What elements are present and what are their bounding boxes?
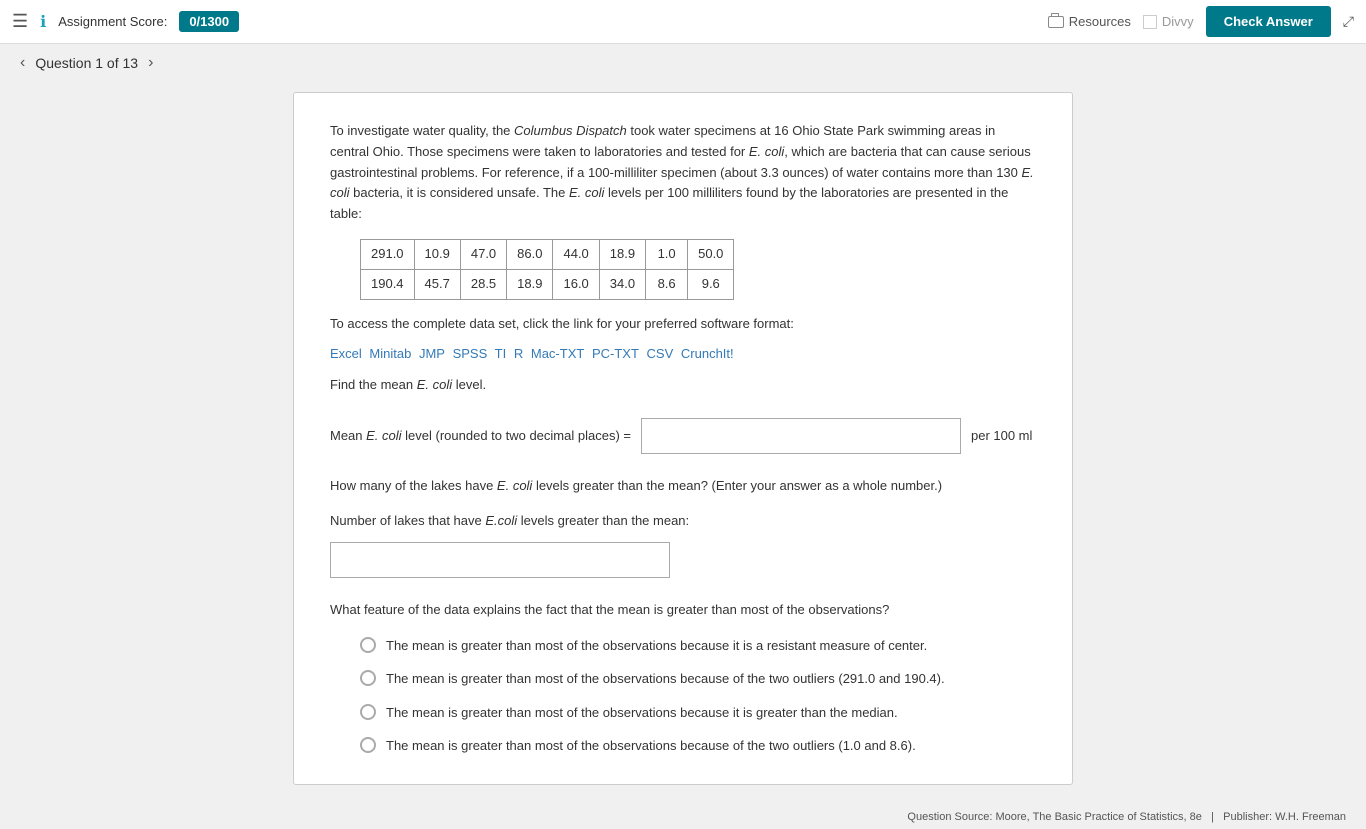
feature-question-text: What feature of the data explains the fa… — [330, 600, 1036, 620]
link-mac-txt[interactable]: Mac-TXT — [531, 346, 584, 361]
table-cell: 1.0 — [646, 239, 688, 269]
question-counter: Question 1 of 13 — [35, 55, 138, 71]
link-csv[interactable]: CSV — [647, 346, 674, 361]
mean-input-row: Mean E. coli level (rounded to two decim… — [330, 418, 1036, 454]
table-cell: 8.6 — [646, 269, 688, 299]
link-pc-txt[interactable]: PC-TXT — [592, 346, 639, 361]
footer: Question Source: Moore, The Basic Practi… — [0, 805, 1366, 829]
info-icon: ℹ — [40, 12, 46, 32]
menu-icon[interactable]: ☰ — [12, 11, 28, 32]
resources-button[interactable]: Resources — [1048, 14, 1131, 29]
table-cell: 34.0 — [599, 269, 645, 299]
radio-option-2[interactable]: The mean is greater than most of the obs… — [360, 669, 1036, 689]
radio-option-1[interactable]: The mean is greater than most of the obs… — [360, 636, 1036, 656]
radio-option-3-text: The mean is greater than most of the obs… — [386, 703, 898, 723]
lakes-question-text: How many of the lakes have E. coli level… — [330, 476, 1036, 496]
header: ☰ ℹ Assignment Score: 0/1300 Resources D… — [0, 0, 1366, 44]
data-access-text: To access the complete data set, click t… — [330, 316, 794, 331]
footer-source: Question Source: Moore, The Basic Practi… — [907, 811, 1202, 823]
table-cell: 44.0 — [553, 239, 599, 269]
radio-button-3[interactable] — [360, 704, 376, 720]
link-crunchit[interactable]: CrunchIt! — [681, 346, 734, 361]
folder-icon — [1048, 16, 1064, 28]
table-cell: 86.0 — [507, 239, 553, 269]
table-cell: 18.9 — [507, 269, 553, 299]
table-cell: 10.9 — [414, 239, 460, 269]
table-cell: 291.0 — [361, 239, 415, 269]
table-cell: 16.0 — [553, 269, 599, 299]
radio-option-4-text: The mean is greater than most of the obs… — [386, 736, 916, 756]
footer-publisher: Publisher: W.H. Freeman — [1223, 811, 1346, 823]
link-ti[interactable]: TI — [495, 346, 507, 361]
table-cell: 47.0 — [460, 239, 506, 269]
check-answer-button[interactable]: Check Answer — [1206, 6, 1331, 37]
prev-question-arrow[interactable]: ‹ — [20, 54, 25, 72]
expand-icon[interactable]: ⤢ — [1343, 13, 1354, 30]
radio-option-1-text: The mean is greater than most of the obs… — [386, 636, 927, 656]
divvy-button[interactable]: Divvy — [1143, 14, 1194, 29]
table-cell: 50.0 — [688, 239, 734, 269]
table-row: 190.4 45.7 28.5 18.9 16.0 34.0 8.6 9.6 — [361, 269, 734, 299]
table-row: 291.0 10.9 47.0 86.0 44.0 18.9 1.0 50.0 — [361, 239, 734, 269]
link-spss[interactable]: SPSS — [453, 346, 488, 361]
mean-input-label: Mean E. coli level (rounded to two decim… — [330, 426, 631, 447]
data-table: 291.0 10.9 47.0 86.0 44.0 18.9 1.0 50.0 … — [360, 239, 734, 300]
score-badge: 0/1300 — [179, 11, 239, 32]
data-links-line: Excel Minitab JMP SPSS TI R Mac-TXT PC-T… — [330, 344, 1036, 365]
divvy-label: Divvy — [1162, 14, 1194, 29]
passage-text: To investigate water quality, the Columb… — [330, 121, 1036, 225]
radio-button-2[interactable] — [360, 670, 376, 686]
radio-option-3[interactable]: The mean is greater than most of the obs… — [360, 703, 1036, 723]
link-minitab[interactable]: Minitab — [369, 346, 411, 361]
mean-unit: per 100 ml — [971, 426, 1032, 447]
next-question-arrow[interactable]: › — [148, 54, 153, 72]
radio-button-1[interactable] — [360, 637, 376, 653]
radio-button-4[interactable] — [360, 737, 376, 753]
nav-bar: ‹ Question 1 of 13 › — [0, 44, 1366, 82]
find-mean-instruction: Find the mean E. coli level. — [330, 375, 1036, 396]
table-cell: 18.9 — [599, 239, 645, 269]
link-excel[interactable]: Excel — [330, 346, 362, 361]
mean-answer-input[interactable] — [641, 418, 961, 454]
lakes-input-label: Number of lakes that have E.coli levels … — [330, 511, 689, 532]
table-cell: 45.7 — [414, 269, 460, 299]
radio-option-4[interactable]: The mean is greater than most of the obs… — [360, 736, 1036, 756]
assignment-score-label: Assignment Score: — [58, 14, 167, 29]
radio-options: The mean is greater than most of the obs… — [330, 636, 1036, 756]
link-jmp[interactable]: JMP — [419, 346, 445, 361]
lakes-answer-input[interactable] — [330, 542, 670, 578]
radio-option-2-text: The mean is greater than most of the obs… — [386, 669, 945, 689]
lakes-input-row: Number of lakes that have E.coli levels … — [330, 511, 1036, 578]
link-r[interactable]: R — [514, 346, 523, 361]
table-cell: 190.4 — [361, 269, 415, 299]
table-cell: 9.6 — [688, 269, 734, 299]
resources-label: Resources — [1069, 14, 1131, 29]
question-card: To investigate water quality, the Columb… — [293, 92, 1073, 785]
data-access-line: To access the complete data set, click t… — [330, 314, 1036, 335]
table-cell: 28.5 — [460, 269, 506, 299]
checkbox-icon — [1143, 15, 1157, 29]
content-area: To investigate water quality, the Columb… — [0, 82, 1366, 805]
